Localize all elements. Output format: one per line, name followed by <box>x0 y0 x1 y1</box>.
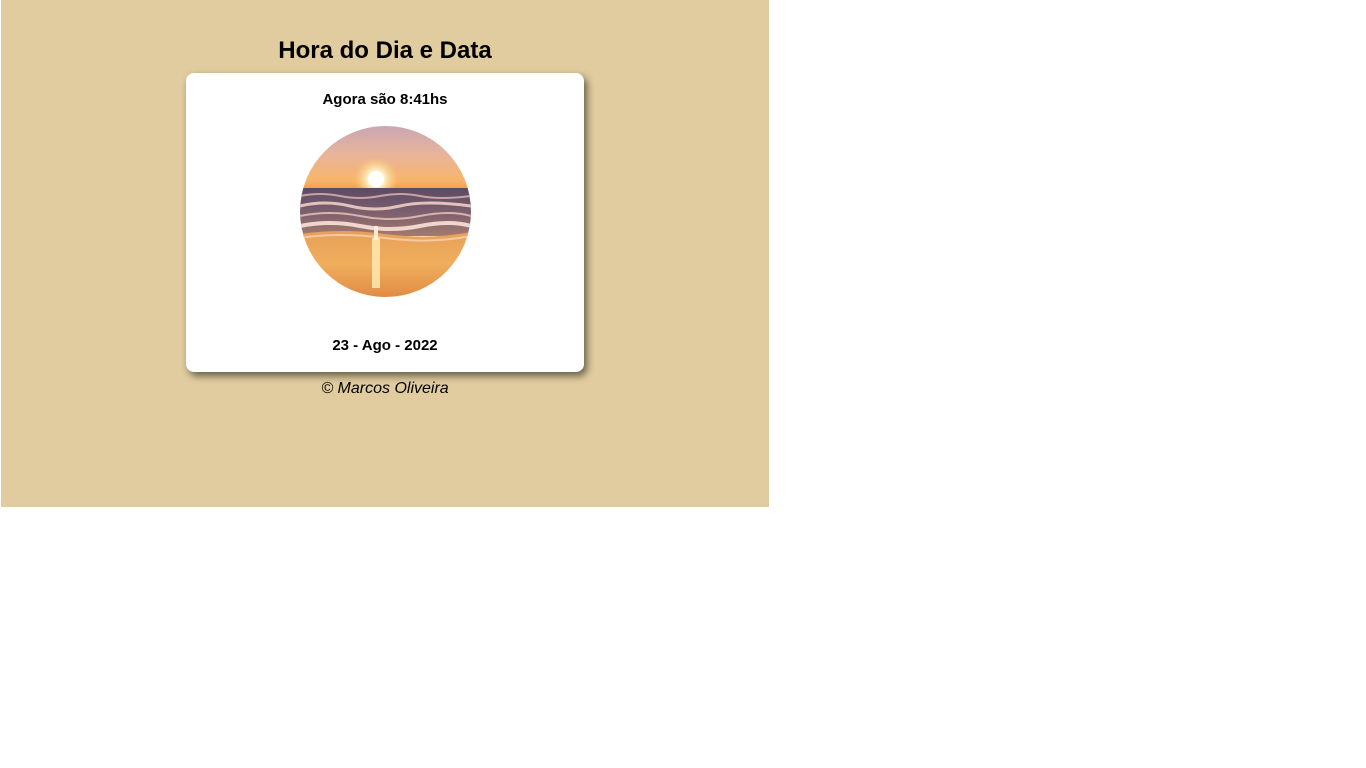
current-time-text: Agora são 8:41hs <box>322 91 448 108</box>
time-card: Agora são 8:41hs 23 - Ago - 2022 <box>186 73 584 372</box>
current-date-text: 23 - Ago - 2022 <box>332 337 438 354</box>
page-title: Hora do Dia e Data <box>278 37 492 64</box>
sunset-beach-image <box>300 126 471 297</box>
footer-copyright: © Marcos Oliveira <box>321 380 449 397</box>
